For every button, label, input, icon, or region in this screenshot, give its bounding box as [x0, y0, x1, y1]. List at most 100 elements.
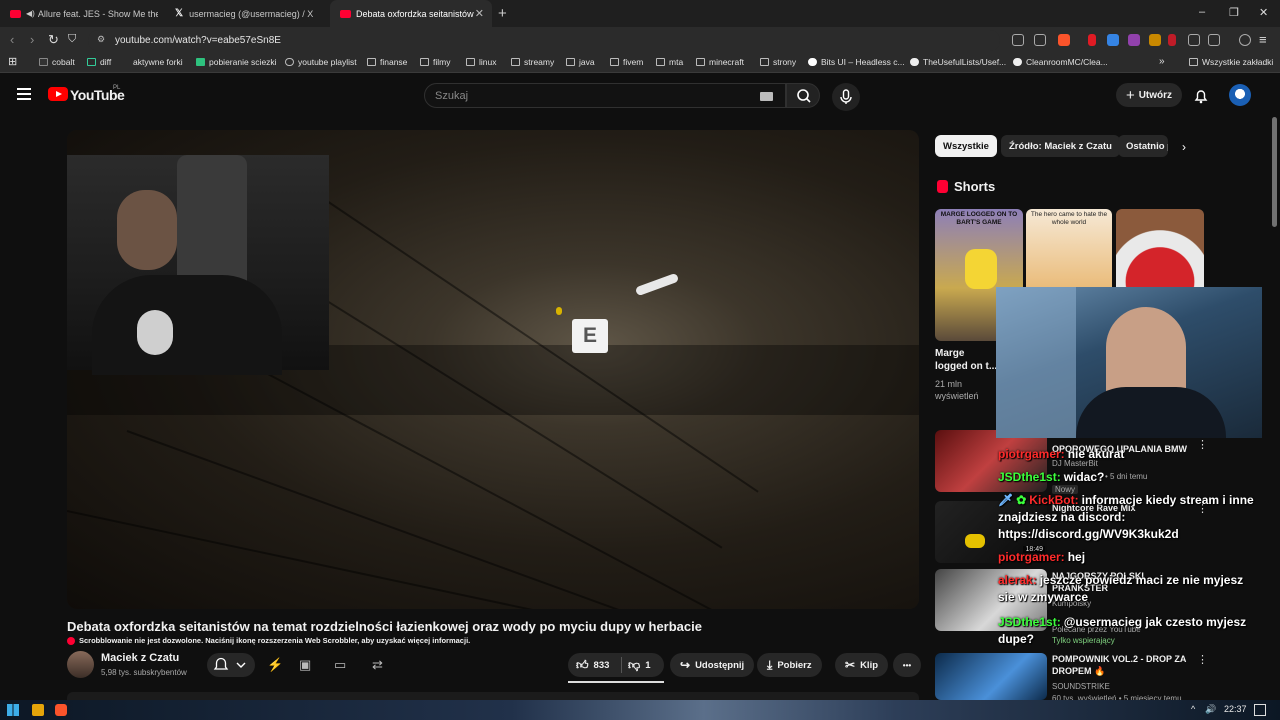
- chips-next-icon[interactable]: ›: [1182, 140, 1186, 154]
- bookmark-folder-minecraft[interactable]: minecraft: [696, 57, 744, 67]
- clip-button[interactable]: ✂ Klip: [835, 653, 889, 677]
- video-player[interactable]: E: [67, 130, 919, 609]
- bookmark-folder-mta[interactable]: mta: [656, 57, 683, 67]
- bookmark-folder-streamy[interactable]: streamy: [511, 57, 554, 67]
- extension-purple-icon[interactable]: [1128, 34, 1140, 46]
- keyboard-icon[interactable]: [760, 92, 773, 101]
- page-scrollbar[interactable]: [1272, 117, 1277, 227]
- like-button[interactable]: 👍︎ 833: [576, 658, 609, 673]
- short-thumb-caption: MARGE LOGGED ON TO BART'S GAME: [940, 211, 1018, 226]
- bookmark-cleanroom[interactable]: CleanroomMC/Clea...: [1013, 57, 1108, 67]
- maximize-button[interactable]: ❐: [1229, 6, 1239, 19]
- notifications-bell-icon[interactable]: [1192, 87, 1210, 105]
- file-explorer-icon[interactable]: [32, 704, 44, 716]
- chip-source-channel[interactable]: Źródło: Maciek z Czatu: [1001, 135, 1120, 157]
- create-button[interactable]: + Utwórz: [1116, 83, 1182, 107]
- dislike-button[interactable]: 👎︎ 1: [628, 658, 650, 673]
- channel-avatar[interactable]: [67, 651, 94, 678]
- volume-icon[interactable]: 🔊: [1205, 704, 1216, 715]
- image-icon[interactable]: ▣: [299, 657, 311, 673]
- site-info-icon[interactable]: ⚙: [97, 34, 105, 45]
- extension-pen-icon[interactable]: [1168, 34, 1176, 46]
- bookmark-diff[interactable]: diff: [87, 57, 111, 67]
- tab-debata[interactable]: Debata oxfordzka seitanistów n ✕: [330, 0, 492, 27]
- voice-search-button[interactable]: [832, 83, 860, 111]
- chat-username: piotrgamer:: [998, 447, 1065, 461]
- brave-shield-icon[interactable]: [1058, 34, 1070, 46]
- new-tab-button[interactable]: +: [498, 5, 507, 22]
- share-label: Udostępnij: [695, 659, 745, 671]
- channel-name[interactable]: Maciek z Czatu: [101, 652, 179, 664]
- chat-username: piotrgamer:: [998, 550, 1065, 564]
- search-button[interactable]: [786, 83, 820, 108]
- bookmark-folder-finanse[interactable]: finanse: [367, 57, 407, 67]
- short-title[interactable]: Marge logged on t...: [935, 347, 997, 373]
- back-icon[interactable]: ‹: [10, 32, 14, 47]
- notifications-icon[interactable]: [1254, 704, 1266, 716]
- bookmark-label: mta: [669, 57, 684, 67]
- lightning-icon[interactable]: ⚡: [267, 657, 283, 673]
- chat-message-continued: dupe?: [998, 631, 1034, 648]
- sidebar-toggle-icon[interactable]: [1208, 34, 1220, 46]
- chip-recent[interactable]: Ostatnio p: [1118, 135, 1168, 157]
- description-box[interactable]: [67, 692, 919, 700]
- tab-allure[interactable]: ◀) Allure feat. JES - Show Me the W: [0, 0, 162, 27]
- all-bookmarks-folder[interactable]: Wszystkie zakładki: [1189, 57, 1273, 67]
- bookmark-youtube-playlist[interactable]: youtube playlist: [285, 57, 357, 67]
- chip-all[interactable]: Wszystkie: [935, 135, 997, 157]
- bookmark-pobieranie[interactable]: pobieranie sciezki: [196, 57, 277, 67]
- more-bookmarks-button[interactable]: »: [1159, 56, 1165, 67]
- bookmark-aktywne-forki[interactable]: aktywne forki: [125, 57, 183, 67]
- members-only-badge: Tylko wspierający: [1052, 636, 1115, 645]
- bookmark-folder-fivem[interactable]: fivem: [610, 57, 643, 67]
- url-text[interactable]: youtube.com/watch?v=eabe57eSn8E: [115, 35, 281, 46]
- extension-blue-icon[interactable]: [1107, 34, 1119, 46]
- chat-link[interactable]: https://discord.gg/WV9K3kuk2d: [998, 527, 1179, 541]
- youtube-logo-icon[interactable]: [48, 87, 68, 101]
- close-tab-icon[interactable]: ✕: [475, 7, 484, 20]
- url-box[interactable]: ⚙ youtube.com/watch?v=eabe57eSn8E: [88, 30, 1000, 51]
- minimize-button[interactable]: –: [1199, 6, 1205, 18]
- bookmark-usefullists[interactable]: TheUsefulLists/Usef...: [910, 57, 1006, 67]
- bookmark-folder-filmy[interactable]: filmy: [420, 57, 450, 67]
- start-menu-icon[interactable]: [7, 704, 19, 716]
- menu-icon[interactable]: ≡: [1259, 32, 1267, 47]
- extension-yellow-icon[interactable]: [1149, 34, 1161, 46]
- share-icon[interactable]: [1034, 34, 1046, 46]
- bookmark-cobalt[interactable]: cobalt: [39, 57, 75, 67]
- loop-icon[interactable]: ⇄: [372, 657, 383, 673]
- video-title[interactable]: POMPOWNIK VOL.2 - DROP ZA DROPEM 🔥: [1052, 653, 1192, 677]
- media-icon[interactable]: [1239, 34, 1251, 46]
- bookmark-folder-linux[interactable]: linux: [466, 57, 496, 67]
- download-button[interactable]: ⤓ Pobierz: [757, 653, 822, 677]
- forward-icon[interactable]: ›: [30, 32, 34, 47]
- cast-icon[interactable]: [1012, 34, 1024, 46]
- tray-expand-icon[interactable]: ^: [1191, 704, 1195, 714]
- video-menu-icon[interactable]: ⋮: [1197, 438, 1208, 451]
- extension-red-icon[interactable]: [1088, 34, 1096, 46]
- subscription-bell-button[interactable]: [207, 653, 255, 677]
- bookmark-folder-java[interactable]: java: [566, 57, 595, 67]
- hamburger-menu-icon[interactable]: [17, 88, 31, 100]
- bookmark-bits-ui[interactable]: Bits UI – Headless c...: [808, 57, 905, 67]
- extensions-puzzle-icon[interactable]: [1188, 34, 1200, 46]
- streamer-webcam-right: [996, 287, 1262, 438]
- search-input[interactable]: Szukaj: [424, 83, 786, 108]
- bookmark-icon[interactable]: ⛉: [68, 33, 76, 46]
- reload-icon[interactable]: ↻: [48, 32, 59, 48]
- close-window-button[interactable]: ✕: [1259, 6, 1268, 19]
- search-icon: [797, 89, 811, 103]
- apps-grid-icon[interactable]: ⊞: [8, 55, 17, 68]
- clock[interactable]: 22:37: [1224, 704, 1247, 714]
- video-menu-icon[interactable]: ⋮: [1197, 653, 1208, 666]
- video-channel[interactable]: SOUNDSTRIKE: [1052, 682, 1110, 691]
- bookmark-folder-strony[interactable]: strony: [760, 57, 796, 67]
- video-thumbnail[interactable]: [935, 653, 1047, 700]
- more-actions-button[interactable]: •••: [893, 653, 921, 677]
- tab-x[interactable]: 𝕏 usermacieg (@usermacieg) / X: [165, 0, 327, 27]
- brave-browser-icon[interactable]: [55, 704, 67, 716]
- cobalt-icon: [39, 58, 48, 66]
- account-avatar[interactable]: [1229, 84, 1251, 106]
- share-button[interactable]: ↪ Udostępnij: [670, 653, 755, 677]
- miniplayer-icon[interactable]: ▭: [334, 657, 346, 673]
